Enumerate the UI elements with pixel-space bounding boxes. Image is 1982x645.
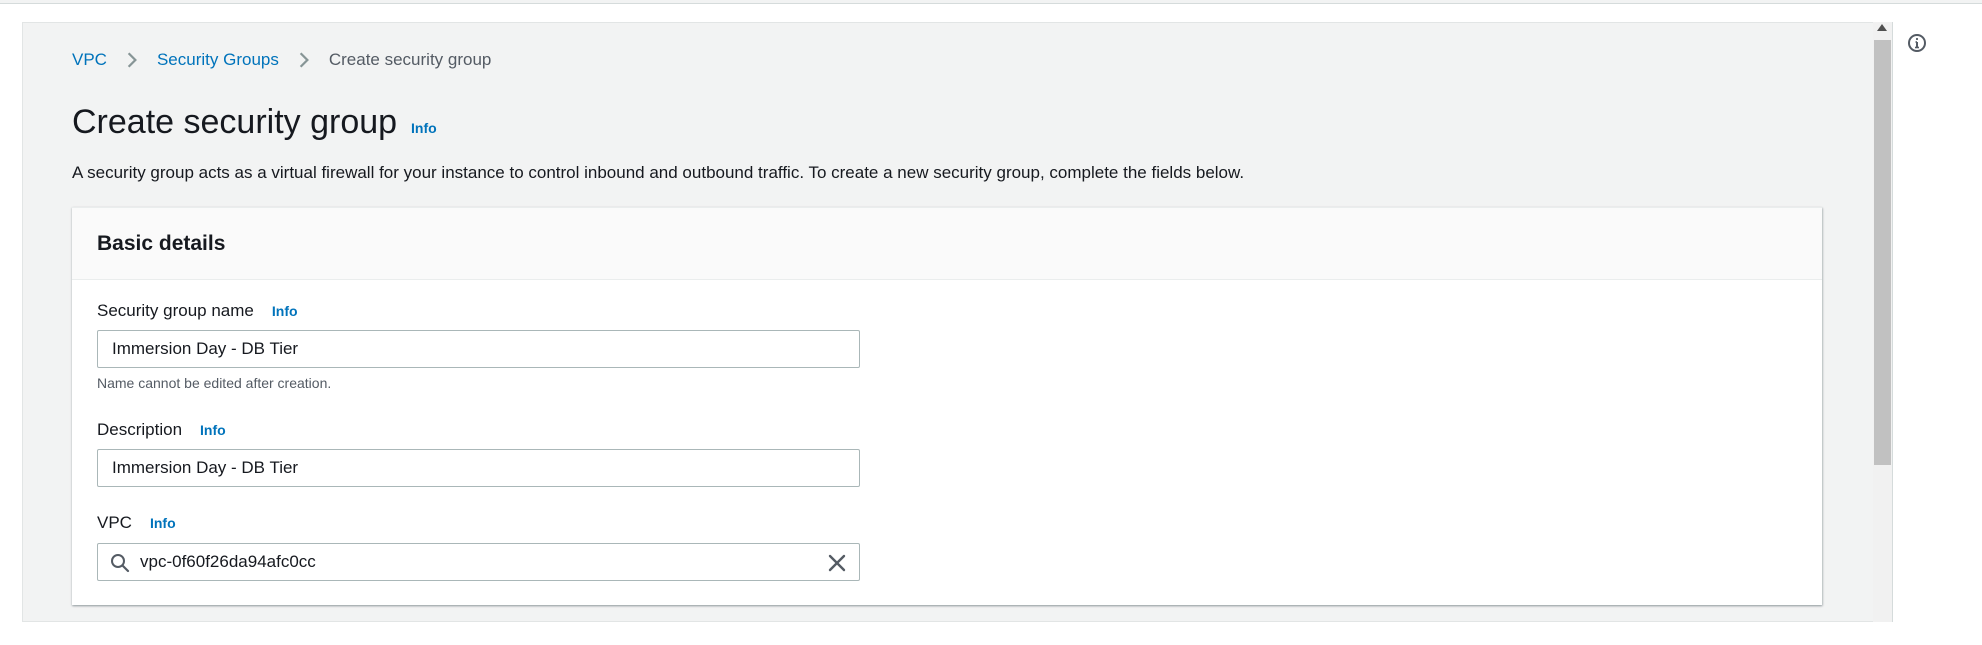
window-top-border [0,0,1982,4]
security-group-name-hint: Name cannot be edited after creation. [97,375,332,391]
breadcrumb-security-groups[interactable]: Security Groups [157,50,279,70]
panel-header: Basic details [72,208,1822,280]
close-icon[interactable] [827,553,847,573]
basic-details-panel: Basic details Security group name Info N… [72,207,1822,605]
description-label: Description [97,420,183,439]
chevron-right-icon [299,52,309,68]
breadcrumb-vpc[interactable]: VPC [72,50,107,70]
scroll-up-arrow-icon[interactable] [1877,24,1887,31]
info-circle-icon[interactable] [1907,33,1927,53]
vpc-search-field[interactable] [97,543,860,581]
security-group-name-label: Security group name [97,301,254,320]
panel-title: Basic details [97,232,226,255]
security-group-name-info-link[interactable]: Info [272,303,298,319]
page-title: Create security group [72,103,398,141]
vpc-label-row: VPC Info [97,513,176,533]
breadcrumb-current: Create security group [328,50,492,69]
security-group-name-input[interactable] [97,330,860,368]
security-group-name-label-row: Security group name Info [97,301,298,321]
chevron-right-icon [127,52,137,68]
vpc-search-input[interactable] [140,544,800,580]
vpc-label: VPC [97,513,132,532]
tools-panel-divider [1892,22,1893,622]
scrollbar-thumb[interactable] [1874,40,1891,465]
description-info-link[interactable]: Info [200,422,226,438]
page-header: Create security group Info [72,103,437,142]
search-icon [111,554,130,573]
breadcrumb: VPC Security Groups Create security grou… [72,50,491,70]
page-description: A security group acts as a virtual firew… [72,163,1245,182]
page-info-link[interactable]: Info [411,120,437,136]
description-label-row: Description Info [97,420,226,440]
vpc-info-link[interactable]: Info [150,515,176,531]
description-input[interactable] [97,449,860,487]
